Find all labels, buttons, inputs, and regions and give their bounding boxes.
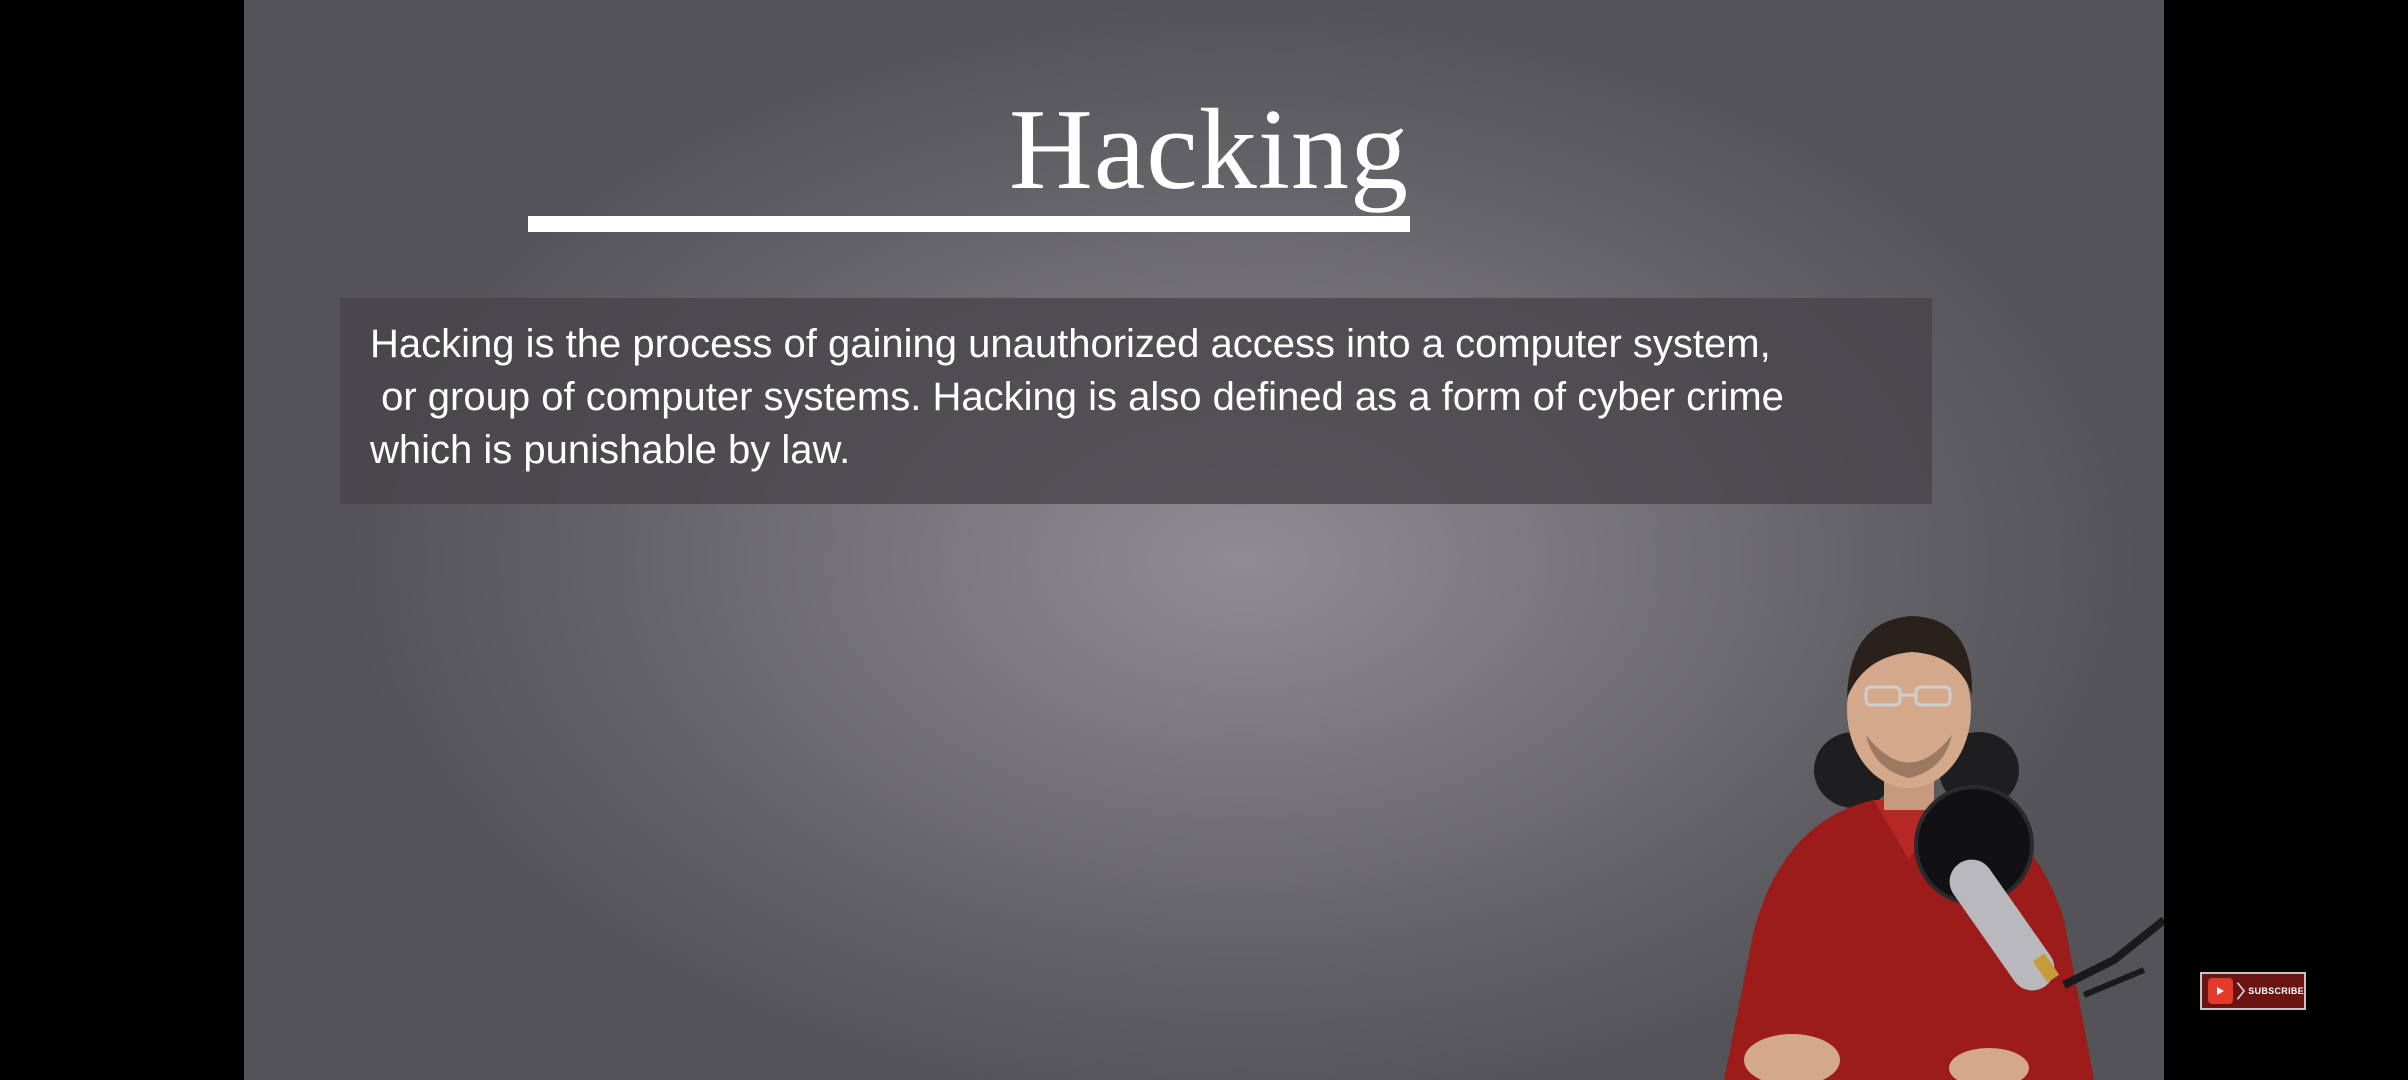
presenter-image: [1724, 616, 2164, 1080]
title-underline: [528, 216, 1410, 232]
subscribe-label: SUBSCRIBE: [2248, 986, 2304, 996]
video-frame[interactable]: Hacking Hacking is the process of gainin…: [244, 0, 2164, 1080]
subscribe-button[interactable]: SUBSCRIBE: [2200, 972, 2306, 1010]
definition-text: Hacking is the process of gaining unauth…: [370, 322, 1784, 472]
chevron-right-icon: [2236, 982, 2245, 1000]
slide-title: Hacking: [1009, 86, 1409, 214]
definition-box: Hacking is the process of gaining unauth…: [340, 298, 1932, 504]
youtube-icon: [2208, 978, 2233, 1004]
video-screen: Hacking Hacking is the process of gainin…: [0, 0, 2408, 1080]
